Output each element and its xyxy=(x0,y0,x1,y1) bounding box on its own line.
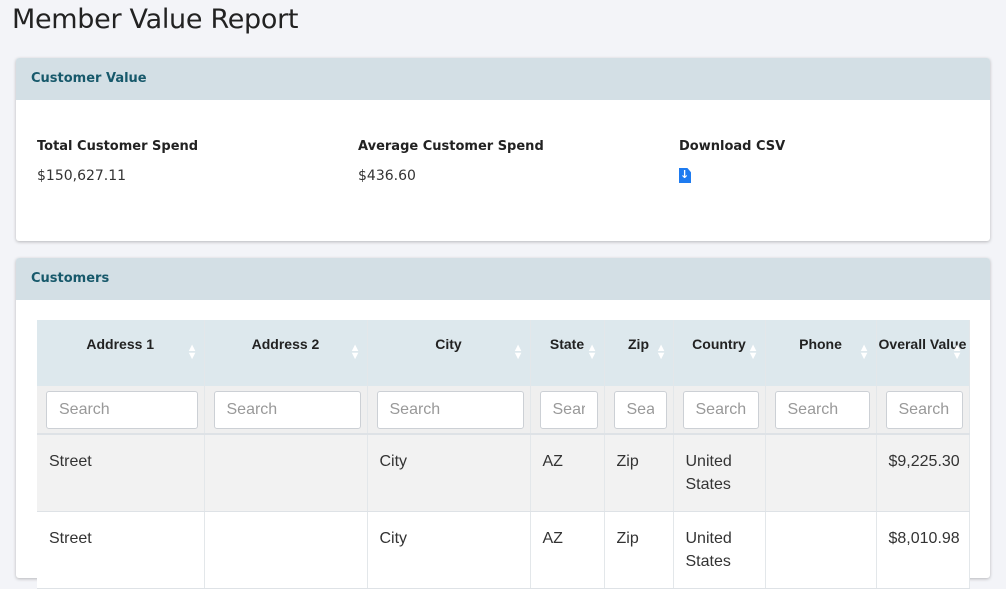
card-header: Customer Value xyxy=(16,58,990,100)
filter-cell xyxy=(530,386,605,435)
column-header-overall-value[interactable]: Overall Value ▲ ▼ xyxy=(876,320,970,386)
cell-value: $8,010.98 xyxy=(876,511,970,589)
column-label: Address 1 xyxy=(86,336,155,352)
phone-search-input[interactable] xyxy=(774,390,870,429)
cell-value: $9,225.30 xyxy=(876,434,970,512)
column-label: Phone xyxy=(799,336,842,352)
customers-card: Customers Address 1 ▲ ▼ Address 2 ▲ ▼ City ▲ ▼… xyxy=(16,258,990,589)
file-download-icon[interactable] xyxy=(679,168,691,183)
sort-icon[interactable]: ▲ ▼ xyxy=(748,343,759,362)
cell-phone xyxy=(765,434,877,512)
customer-value-card: Customer Value Total Customer Spend $150… xyxy=(16,58,990,241)
filter-cell xyxy=(37,386,205,435)
cell-zip: Zip xyxy=(604,434,674,512)
sort-icon[interactable]: ▲ ▼ xyxy=(587,343,598,362)
stat-value: $150,627.11 xyxy=(37,168,127,184)
state-search-input[interactable] xyxy=(539,390,598,429)
column-label: State xyxy=(549,336,585,352)
column-label: Zip xyxy=(628,336,649,352)
cell-country: United States xyxy=(673,511,766,589)
cell-phone xyxy=(765,511,877,589)
cell-country: United States xyxy=(673,434,766,512)
stat-label: Average Customer Spend xyxy=(358,139,544,154)
average-spend-stat: Average Customer Spend $436.60 xyxy=(358,139,544,184)
sort-icon[interactable]: ▲ ▼ xyxy=(656,343,667,362)
filter-cell xyxy=(765,386,877,435)
cell-address1: Street xyxy=(37,434,205,512)
cell-zip: Zip xyxy=(604,511,674,589)
sort-icon[interactable]: ▲ ▼ xyxy=(187,343,198,362)
zip-search-input[interactable] xyxy=(613,390,667,429)
table-row[interactable]: Street City AZ Zip United States $9,225.30 xyxy=(37,434,970,512)
cell-city: City xyxy=(367,511,531,589)
filter-cell xyxy=(367,386,531,435)
sort-icon[interactable]: ▲ ▼ xyxy=(513,343,524,362)
column-label: Country xyxy=(692,336,746,352)
stat-label: Download CSV xyxy=(679,139,786,154)
filter-cell xyxy=(204,386,368,435)
table-row[interactable]: Street City AZ Zip United States $8,010.98 xyxy=(37,511,970,589)
column-header-phone[interactable]: Phone ▲ ▼ xyxy=(765,320,877,386)
address2-search-input[interactable] xyxy=(213,390,361,429)
column-header-address1[interactable]: Address 1 ▲ ▼ xyxy=(37,320,205,386)
column-header-state[interactable]: State ▲ ▼ xyxy=(530,320,605,386)
column-label: City xyxy=(435,336,462,352)
card-header: Customers xyxy=(16,258,990,300)
column-header-zip[interactable]: Zip ▲ ▼ xyxy=(604,320,674,386)
customers-table: Address 1 ▲ ▼ Address 2 ▲ ▼ City ▲ ▼ State ▲ ▼ Z… xyxy=(37,320,970,589)
cell-city: City xyxy=(367,434,531,512)
cell-address1: Street xyxy=(37,511,205,589)
column-label: Address 2 xyxy=(251,336,320,352)
stat-value: $436.60 xyxy=(358,168,416,184)
sort-icon[interactable]: ▲ ▼ xyxy=(350,343,361,362)
overall-value-search-input[interactable] xyxy=(885,390,963,429)
cell-state: AZ xyxy=(530,434,605,512)
filter-cell xyxy=(876,386,970,435)
column-header-country[interactable]: Country ▲ ▼ xyxy=(673,320,766,386)
city-search-input[interactable] xyxy=(376,390,524,429)
country-search-input[interactable] xyxy=(682,390,759,429)
column-header-address2[interactable]: Address 2 ▲ ▼ xyxy=(204,320,368,386)
cell-state: AZ xyxy=(530,511,605,589)
download-csv: Download CSV xyxy=(679,139,785,187)
cell-address2 xyxy=(204,434,368,512)
column-header-city[interactable]: City ▲ ▼ xyxy=(367,320,531,386)
stat-label: Total Customer Spend xyxy=(37,139,199,154)
cell-address2 xyxy=(204,511,368,589)
filter-cell xyxy=(673,386,766,435)
filter-cell xyxy=(604,386,674,435)
total-spend-stat: Total Customer Spend $150,627.11 xyxy=(37,139,198,184)
sort-icon[interactable]: ▲ ▼ xyxy=(859,343,870,362)
page-title: Member Value Report xyxy=(12,4,299,35)
sort-icon[interactable]: ▲ ▼ xyxy=(952,343,963,362)
address1-search-input[interactable] xyxy=(46,390,198,429)
